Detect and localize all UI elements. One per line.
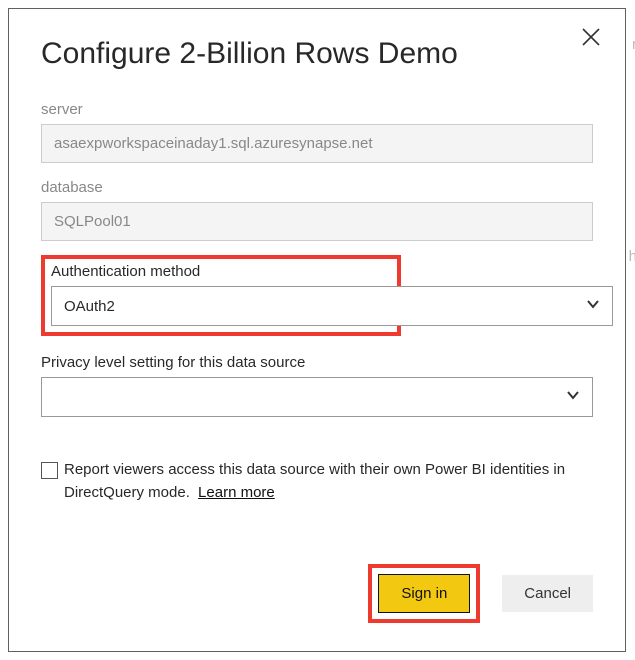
chevron-down-icon [566,388,580,406]
auth-method-label: Authentication method [51,263,391,280]
server-input [41,124,593,163]
viewer-identity-checkbox[interactable] [41,462,58,479]
chevron-down-icon [586,297,600,315]
configure-dialog: Configure 2-Billion Rows Demo server dat… [8,8,626,652]
server-label: server [41,101,593,118]
viewer-identity-text: Report viewers access this data source w… [64,459,593,504]
signin-highlight: Sign in [368,564,480,623]
viewer-identity-label: Report viewers access this data source w… [64,461,565,501]
auth-method-select[interactable]: OAuth2 [51,286,613,326]
close-icon[interactable] [581,27,601,52]
privacy-select[interactable] [41,377,593,417]
sign-in-button[interactable]: Sign in [378,574,470,613]
privacy-label: Privacy level setting for this data sour… [41,354,593,371]
auth-method-value: OAuth2 [64,298,115,315]
dialog-title: Configure 2-Billion Rows Demo [41,37,593,71]
learn-more-link[interactable]: Learn more [198,484,275,501]
database-input [41,202,593,241]
auth-highlight: Authentication method OAuth2 [41,255,401,336]
cancel-button[interactable]: Cancel [502,575,593,612]
database-label: database [41,179,593,196]
